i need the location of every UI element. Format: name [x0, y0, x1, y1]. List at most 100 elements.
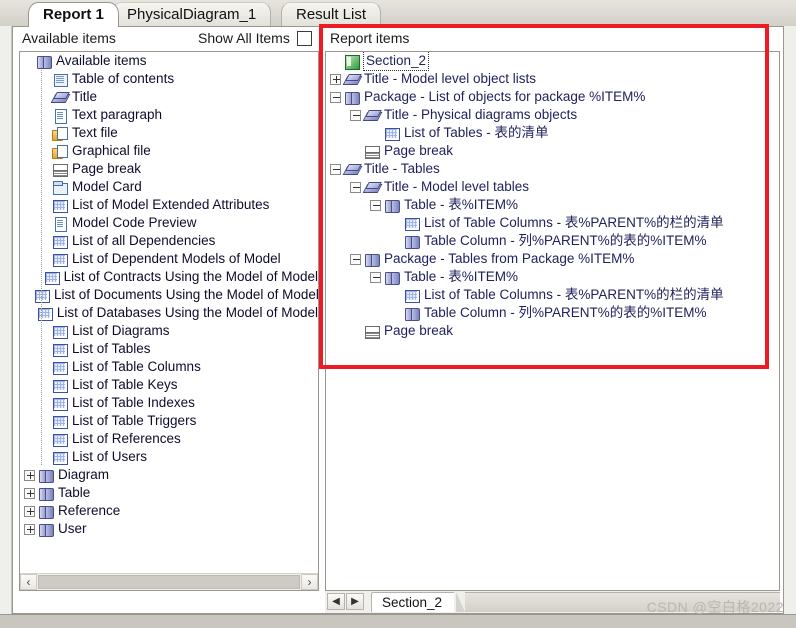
expand-node-icon[interactable]	[24, 469, 35, 481]
tree-item[interactable]: Title - Tables	[326, 160, 779, 178]
tab-physicaldiagram-1[interactable]: PhysicalDiagram_1	[112, 2, 272, 26]
report-items-panel[interactable]: Section_2 Title - Model level object list…	[325, 51, 780, 591]
tree-item-label: Table Column - 列%PARENT%的表的%ITEM%	[424, 233, 707, 248]
expand-node-icon[interactable]	[24, 523, 35, 535]
tree-item[interactable]: Reference	[20, 502, 318, 520]
tree-item[interactable]: List of Dependent Models of Model	[20, 250, 318, 268]
tree-item[interactable]: Table Column - 列%PARENT%的表的%ITEM%	[326, 304, 779, 322]
tree-item[interactable]: List of Contracts Using the Model of Mod…	[20, 268, 318, 286]
tree-item[interactable]: Model Code Preview	[20, 214, 318, 232]
show-all-items-checkbox[interactable]	[297, 31, 312, 46]
scroll-thumb[interactable]	[38, 575, 300, 589]
tree-item[interactable]: List of Table Columns	[20, 358, 318, 376]
tree-item[interactable]: Title	[20, 88, 318, 106]
tree-item[interactable]: List of Diagrams	[20, 322, 318, 340]
tree-item[interactable]: Title - Physical diagrams objects	[326, 106, 779, 124]
available-items-tree[interactable]: Available items Table of contents Title Tex…	[20, 52, 318, 573]
tree-item[interactable]: List of Table Indexes	[20, 394, 318, 412]
tree-item-label: List of Diagrams	[72, 323, 170, 338]
tree-item[interactable]: List of Table Columns - 表%PARENT%的栏的清单	[326, 214, 779, 232]
tree-item-label: List of Table Keys	[72, 377, 178, 392]
tree-item[interactable]: Table of contents	[20, 70, 318, 88]
tree-item-label: Page break	[384, 143, 454, 158]
tree-item[interactable]: Text file	[20, 124, 318, 142]
tree-item[interactable]: Section_2	[326, 52, 779, 71]
grid-icon	[52, 252, 68, 267]
tree-item[interactable]: List of Table Columns - 表%PARENT%的栏的清单	[326, 286, 779, 304]
tree-item-label: List of Table Columns	[72, 359, 201, 374]
scroll-right-arrow-icon[interactable]: ›	[301, 574, 318, 590]
books-icon	[38, 504, 54, 519]
grid-icon	[384, 126, 400, 141]
tree-item-label: List of Databases Using the Model of Mod…	[56, 305, 318, 320]
collapse-node-icon[interactable]	[330, 163, 341, 175]
tree-item-label: Title - Model level tables	[384, 179, 530, 194]
tree-item[interactable]: List of Tables	[20, 340, 318, 358]
tree-item[interactable]: Page break	[20, 160, 318, 178]
tree-root-item[interactable]: Available items	[20, 52, 318, 70]
collapse-node-icon[interactable]	[350, 109, 361, 121]
tree-item[interactable]: Table - 表%ITEM%	[326, 196, 779, 214]
grid-icon	[37, 306, 53, 321]
tree-item[interactable]: Table Column - 列%PARENT%的表的%ITEM%	[326, 232, 779, 250]
collapse-node-icon[interactable]	[350, 181, 361, 193]
collapse-node-icon[interactable]	[330, 91, 341, 103]
tree-item[interactable]: List of Tables - 表的清单	[326, 124, 779, 142]
tree-item[interactable]: List of Table Keys	[20, 376, 318, 394]
tree-item-label: Table Column - 列%PARENT%的表的%ITEM%	[424, 305, 707, 320]
collapse-node-icon[interactable]	[350, 253, 361, 265]
tree-item[interactable]: Title - Model level tables	[326, 178, 779, 196]
tree-item[interactable]: Table	[20, 484, 318, 502]
tree-item[interactable]: List of all Dependencies	[20, 232, 318, 250]
tree-item[interactable]: Table - 表%ITEM%	[326, 268, 779, 286]
collapse-node-icon[interactable]	[370, 271, 381, 283]
tree-item[interactable]: Package - Tables from Package %ITEM%	[326, 250, 779, 268]
tree-item[interactable]: User	[20, 520, 318, 538]
tree-item[interactable]: Text paragraph	[20, 106, 318, 124]
collapse-node-icon[interactable]	[370, 199, 381, 211]
expand-node-icon[interactable]	[24, 487, 35, 499]
tree-item-label: List of Table Columns - 表%PARENT%的栏的清单	[424, 287, 724, 302]
available-items-panel[interactable]: Available items Table of contents Title Tex…	[19, 51, 319, 591]
tree-item-label: Diagram	[58, 467, 110, 482]
tab-result-list[interactable]: Result List	[281, 2, 382, 26]
toc-icon	[52, 72, 68, 87]
tree-item[interactable]: List of Users	[20, 448, 318, 466]
available-items-hscrollbar[interactable]: ‹ ›	[20, 573, 318, 590]
tree-item[interactable]: Graphical file	[20, 142, 318, 160]
tab-report-1[interactable]: Report 1	[28, 2, 119, 27]
tree-item[interactable]: List of Documents Using the Model of Mod…	[20, 286, 318, 304]
expand-node-icon[interactable]	[330, 73, 341, 85]
tree-item[interactable]: Package - List of objects for package %I…	[326, 88, 779, 106]
tree-item[interactable]: List of Table Triggers	[20, 412, 318, 430]
tree-item[interactable]: List of Model Extended Attributes	[20, 196, 318, 214]
report-items-tree[interactable]: Section_2 Title - Model level object list…	[326, 52, 779, 590]
window-right-margin	[784, 26, 796, 614]
tree-item[interactable]: Page break	[326, 322, 779, 340]
next-section-button[interactable]: ▶	[346, 593, 364, 610]
section-tab-section-2[interactable]: Section_2	[371, 592, 455, 612]
title-icon	[364, 180, 380, 195]
tree-item[interactable]: Page break	[326, 142, 779, 160]
tree-item-label: User	[58, 521, 87, 536]
tree-item[interactable]: Model Card	[20, 178, 318, 196]
tree-item-label: Package - Tables from Package %ITEM%	[384, 251, 635, 266]
books-icon	[384, 270, 400, 285]
tree-item[interactable]: List of Databases Using the Model of Mod…	[20, 304, 318, 322]
expand-node-icon[interactable]	[24, 505, 35, 517]
previous-section-button[interactable]: ◀	[327, 593, 345, 610]
tree-item[interactable]: Diagram	[20, 466, 318, 484]
tree-item-label: List of Model Extended Attributes	[72, 197, 270, 212]
section-tab-slant	[456, 592, 465, 612]
scroll-left-arrow-icon[interactable]: ‹	[20, 574, 37, 590]
tree-item[interactable]: Title - Model level object lists	[326, 70, 779, 88]
tree-item[interactable]: List of References	[20, 430, 318, 448]
